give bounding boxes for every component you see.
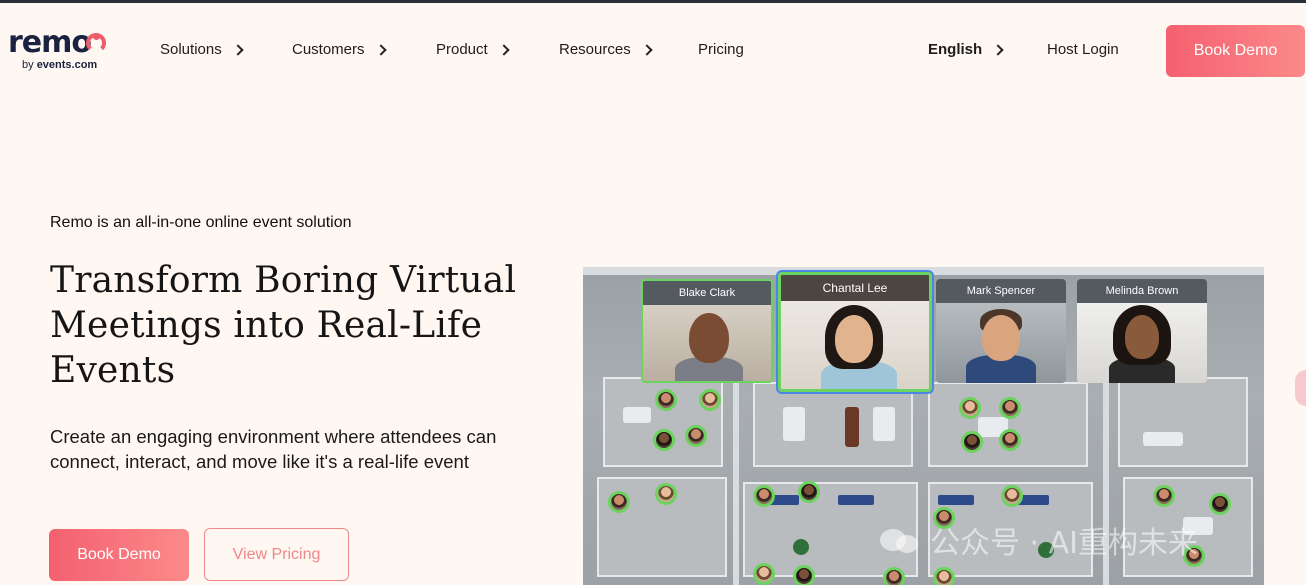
video-tile-name: Melinda Brown [1077, 279, 1207, 303]
attendee-avatar[interactable] [961, 431, 983, 453]
nav-product-label: Product [436, 41, 488, 58]
sofa [1143, 432, 1183, 446]
plant [793, 539, 809, 555]
logo-byline: by events.com [22, 59, 98, 71]
hero-book-demo-button[interactable]: Book Demo [49, 529, 189, 581]
attendee-avatar[interactable] [1153, 485, 1175, 507]
room-tile [1118, 377, 1248, 467]
chevron-right-icon [232, 44, 244, 56]
person-face [1125, 315, 1159, 359]
nav-resources-label: Resources [559, 41, 631, 58]
sofa [783, 407, 805, 441]
nav-resources[interactable]: Resources [559, 41, 653, 58]
video-tile[interactable]: Melinda Brown [1077, 279, 1207, 383]
language-selector[interactable]: English [928, 41, 1004, 58]
attendee-avatar[interactable] [933, 567, 955, 585]
person-face [689, 313, 729, 363]
top-navigation: remo by events.com Solutions Customers P… [0, 3, 1306, 93]
view-pricing-button[interactable]: View Pricing [204, 528, 349, 581]
video-feed [643, 305, 771, 381]
sofa [873, 407, 895, 441]
attendee-avatar[interactable] [608, 491, 630, 513]
watermark-text: 公众号 · AI重构未来 [930, 526, 1198, 561]
nav-customers[interactable]: Customers [292, 41, 387, 58]
nav-product[interactable]: Product [436, 41, 510, 58]
logo-dot-icon [93, 33, 100, 40]
nav-solutions-label: Solutions [160, 41, 222, 58]
logo-word: remo [8, 25, 92, 60]
watermark: 公众号 · AI重构未来 [880, 518, 1198, 562]
blue-sofa [938, 495, 974, 505]
wechat-icon [880, 525, 920, 555]
attendee-avatar[interactable] [793, 565, 815, 585]
wall [733, 367, 739, 585]
nav-pricing[interactable]: Pricing [698, 41, 744, 58]
attendee-avatar[interactable] [798, 481, 820, 503]
attendee-avatar[interactable] [1209, 493, 1231, 515]
attendee-avatar[interactable] [655, 389, 677, 411]
language-label: English [928, 41, 983, 58]
chevron-right-icon [992, 44, 1004, 56]
video-feed [1077, 303, 1207, 383]
nav-solutions[interactable]: Solutions [160, 41, 244, 58]
blue-sofa [838, 495, 874, 505]
video-feed [781, 301, 929, 389]
attendee-avatar[interactable] [753, 563, 775, 585]
attendee-avatar[interactable] [685, 425, 707, 447]
person-face [982, 315, 1020, 361]
nav-pricing-label: Pricing [698, 41, 744, 58]
attendee-avatar[interactable] [655, 483, 677, 505]
chat-widget-bubble[interactable] [1295, 370, 1306, 406]
attendee-avatar[interactable] [883, 567, 905, 585]
sofa [623, 407, 651, 423]
host-login-label: Host Login [1047, 41, 1119, 58]
video-feed [936, 303, 1066, 383]
video-tile[interactable]: Mark Spencer [936, 279, 1066, 383]
chevron-right-icon [641, 44, 653, 56]
video-tile-name: Mark Spencer [936, 279, 1066, 303]
room-tile [928, 382, 1088, 467]
attendee-avatar[interactable] [999, 397, 1021, 419]
video-tile[interactable]: Blake Clark [641, 279, 773, 383]
hero-subcopy: Create an engaging environment where att… [50, 426, 497, 472]
nav-book-demo-button[interactable]: Book Demo [1166, 25, 1305, 77]
attendee-avatar[interactable] [753, 485, 775, 507]
nav-customers-label: Customers [292, 41, 365, 58]
hero-headline: Transform Boring Virtual Meetings into R… [50, 260, 517, 391]
attendee-avatar[interactable] [653, 429, 675, 451]
video-tile-active[interactable]: Chantal Lee [776, 270, 934, 394]
attendee-avatar[interactable] [699, 389, 721, 411]
remo-logo[interactable]: remo by events.com [8, 27, 118, 73]
table [845, 407, 859, 447]
attendee-avatar[interactable] [1001, 485, 1023, 507]
attendee-avatar[interactable] [999, 429, 1021, 451]
attendee-avatar[interactable] [959, 397, 981, 419]
person-face [835, 315, 873, 363]
chevron-right-icon [374, 44, 387, 56]
hero-eyebrow: Remo is an all-in-one online event solut… [50, 214, 352, 231]
video-tile-name: Chantal Lee [781, 275, 929, 301]
chevron-right-icon [498, 44, 510, 56]
host-login-link[interactable]: Host Login [1047, 41, 1119, 58]
video-tile-name: Blake Clark [643, 281, 771, 305]
